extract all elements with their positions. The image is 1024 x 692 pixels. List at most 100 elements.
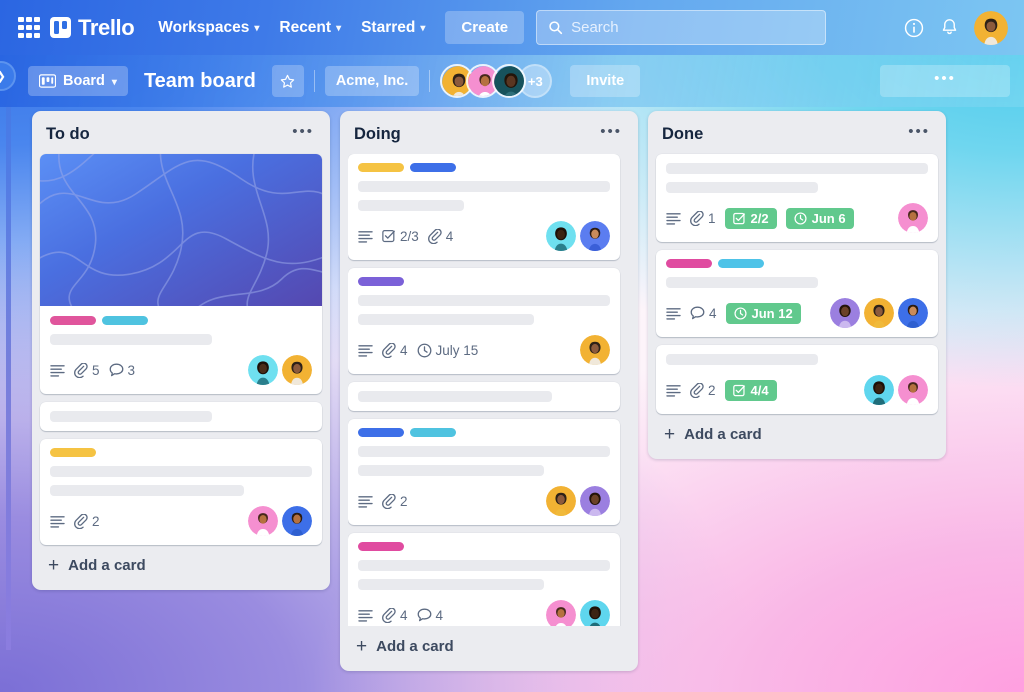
card[interactable]: 1 2/2 Jun 6 (656, 154, 938, 242)
description-icon (50, 364, 65, 377)
card-members (546, 486, 610, 516)
list-menu-button[interactable]: ••• (290, 124, 316, 142)
checklist-icon (732, 212, 745, 224)
card-label[interactable] (410, 428, 456, 437)
search-input[interactable] (571, 19, 815, 36)
list-menu-button[interactable]: ••• (598, 124, 624, 142)
card-label[interactable] (358, 277, 404, 286)
attachment-icon (690, 210, 704, 226)
card[interactable]: 5 3 (40, 154, 322, 394)
create-button[interactable]: Create (445, 11, 525, 44)
add-card-done[interactable]: + Add a card (656, 414, 938, 453)
avatar[interactable] (248, 355, 278, 385)
card-members (248, 506, 312, 536)
attachment-icon (74, 513, 88, 529)
card[interactable]: 4 July 15 (348, 268, 620, 374)
invite-button[interactable]: Invite (570, 65, 641, 97)
nav-starred[interactable]: Starred ▾ (351, 13, 435, 43)
card[interactable]: 2 4/4 (656, 345, 938, 414)
avatar[interactable] (546, 600, 576, 626)
list-doing: Doing ••• 2/3 4 4 July 15 2 4 4 + Add a … (340, 111, 638, 671)
avatar[interactable] (580, 486, 610, 516)
chevron-down-icon: ▾ (336, 23, 342, 34)
card[interactable]: 2/3 4 (348, 154, 620, 260)
card-labels (666, 259, 928, 268)
list-title: Doing (354, 125, 401, 143)
card-label[interactable] (50, 316, 96, 325)
card-container: 1 2/2 Jun 6 4 Jun 12 2 4/4 (656, 154, 938, 414)
card[interactable] (348, 382, 620, 411)
board-view-switcher[interactable]: Board ▾ (28, 66, 128, 96)
card-label[interactable] (358, 542, 404, 551)
card-label[interactable] (666, 259, 712, 268)
avatar[interactable] (546, 486, 576, 516)
comment-count: 4 (435, 607, 444, 623)
avatar[interactable] (830, 298, 860, 328)
list-menu-button[interactable]: ••• (906, 124, 932, 142)
search-box[interactable] (536, 10, 827, 45)
avatar[interactable] (898, 375, 928, 405)
card-label[interactable] (358, 428, 404, 437)
attachment-badge: 2 (690, 382, 716, 398)
card[interactable]: 4 Jun 12 (656, 250, 938, 337)
member-avatar[interactable] (492, 64, 527, 98)
card-footer: 2/3 4 (358, 221, 610, 251)
card-label[interactable] (410, 163, 456, 172)
card[interactable]: 2 (348, 419, 620, 525)
card-label[interactable] (102, 316, 148, 325)
card-label[interactable] (50, 448, 96, 457)
account-avatar[interactable] (974, 10, 1008, 45)
checklist-count: 2/3 (400, 228, 419, 244)
avatar[interactable] (282, 506, 312, 536)
attachment-count: 4 (400, 342, 408, 358)
chevron-right-icon[interactable]: ❯ (0, 61, 16, 91)
checklist-complete-pill: 4/4 (724, 379, 777, 401)
avatar[interactable] (898, 203, 928, 233)
add-card-label: Add a card (68, 557, 146, 574)
description-icon (666, 212, 681, 225)
add-card-to-do[interactable]: + Add a card (40, 545, 322, 584)
card[interactable]: 2 (40, 439, 322, 545)
avatar[interactable] (580, 335, 610, 365)
avatar[interactable] (864, 375, 894, 405)
card-label[interactable] (358, 163, 404, 172)
clock-icon (794, 211, 807, 225)
card[interactable]: 4 4 (348, 533, 620, 626)
plus-icon: + (664, 423, 676, 445)
avatar[interactable] (864, 298, 894, 328)
card-container[interactable]: 2/3 4 4 July 15 2 4 4 (348, 154, 630, 626)
add-card-doing[interactable]: + Add a card (348, 626, 630, 665)
workspace-chip[interactable]: Acme, Inc. (324, 66, 420, 96)
grid-apps-icon[interactable] (18, 16, 40, 39)
attachment-icon (690, 382, 704, 398)
attachment-count: 4 (445, 228, 454, 244)
avatar[interactable] (546, 221, 576, 251)
board-menu-button[interactable]: ••• (880, 65, 1010, 97)
nav-workspaces[interactable]: Workspaces ▾ (148, 13, 269, 43)
card-labels (358, 163, 610, 172)
avatar[interactable] (898, 298, 928, 328)
chevron-down-icon: ▾ (111, 76, 117, 88)
trello-logo[interactable]: Trello (50, 15, 135, 41)
attachment-badge: 2 (74, 513, 100, 529)
card-label[interactable] (718, 259, 764, 268)
nav-recent[interactable]: Recent ▾ (269, 13, 351, 43)
plus-icon: + (356, 635, 368, 657)
card-title-placeholder (666, 277, 818, 288)
attachment-badge: 4 (382, 607, 408, 623)
avatar[interactable] (282, 355, 312, 385)
card-title-placeholder (358, 181, 610, 192)
card-members (864, 375, 928, 405)
attachment-count: 2 (708, 382, 716, 398)
avatar[interactable] (580, 221, 610, 251)
due-date-badge: July 15 (417, 343, 478, 358)
checklist-count: 4/4 (750, 382, 769, 398)
card-title-placeholder (358, 560, 610, 571)
info-circle-icon[interactable] (903, 17, 925, 39)
notification-bell-icon[interactable] (939, 17, 960, 38)
card[interactable] (40, 402, 322, 431)
avatar[interactable] (580, 600, 610, 626)
avatar[interactable] (248, 506, 278, 536)
attachment-count: 2 (400, 493, 408, 509)
star-outline-icon[interactable] (271, 65, 304, 97)
